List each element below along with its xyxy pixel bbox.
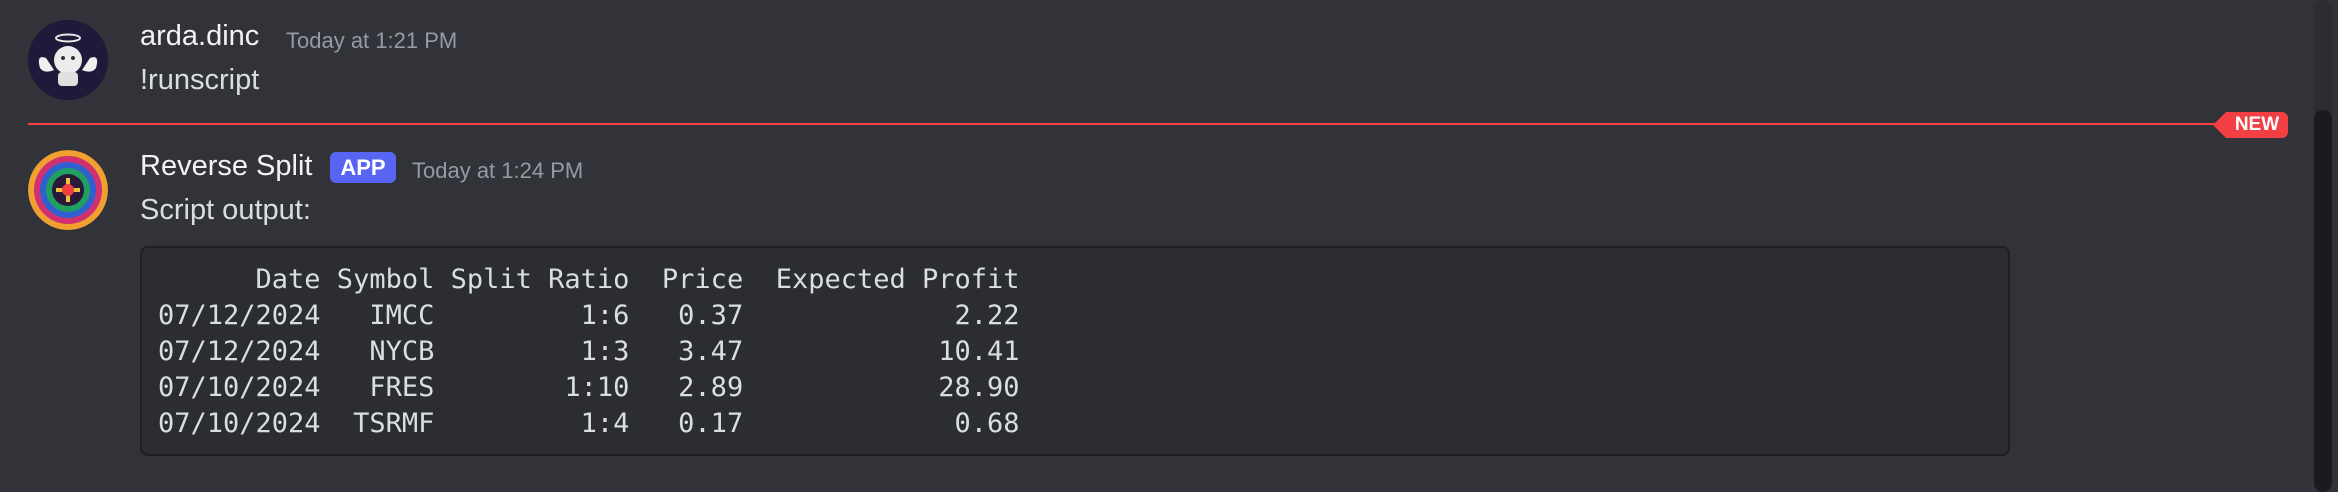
code-row: 07/10/2024 FRES 1:10 2.89 28.90 [158, 372, 1020, 403]
message-content: Script output: [140, 194, 311, 226]
code-block: Date Symbol Split Ratio Price Expected P… [140, 246, 2010, 456]
colorful-logo-icon [28, 150, 108, 230]
user-avatar[interactable] [28, 20, 108, 100]
new-badge: NEW [2226, 112, 2288, 138]
message-timestamp: Today at 1:21 PM [286, 28, 458, 53]
scrollbar-thumb[interactable] [2314, 110, 2332, 492]
message-timestamp: Today at 1:24 PM [412, 158, 584, 183]
code-header-line: Date Symbol Split Ratio Price Expected P… [158, 264, 1020, 295]
app-badge: APP [330, 152, 396, 183]
author-name[interactable]: Reverse Split [140, 150, 312, 183]
chat-messages: arda.dinc Today at 1:21 PM !runscript NE… [0, 0, 2338, 492]
new-messages-divider [28, 123, 2226, 125]
angel-robot-icon [28, 20, 108, 100]
bot-avatar[interactable] [28, 150, 108, 230]
message-content: !runscript [140, 64, 260, 96]
new-badge-arrow [2213, 112, 2226, 138]
code-row: 07/12/2024 IMCC 1:6 0.37 2.22 [158, 300, 1020, 331]
author-name[interactable]: arda.dinc [140, 20, 259, 53]
code-row: 07/12/2024 NYCB 1:3 3.47 10.41 [158, 336, 1020, 367]
code-row: 07/10/2024 TSRMF 1:4 0.17 0.68 [158, 408, 1020, 439]
